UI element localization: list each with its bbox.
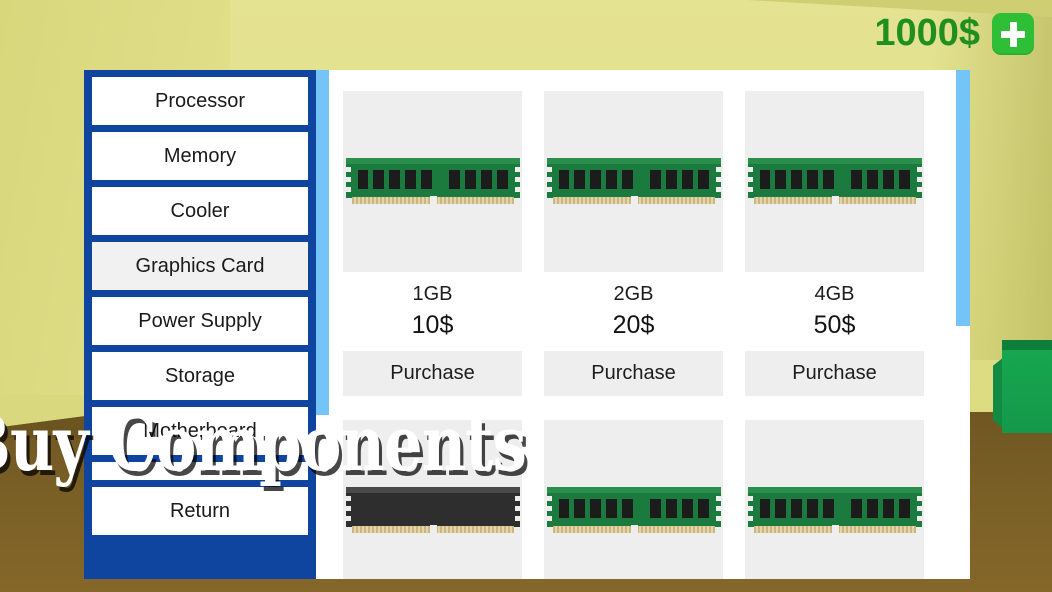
sidebar-item-cooler[interactable]: Cooler	[92, 187, 308, 235]
product-card: 1GB 10$ Purchase	[343, 91, 522, 396]
category-sidebar: Processor Memory Cooler Graphics Card Power …	[84, 70, 329, 579]
ram-module-black-icon	[343, 486, 522, 535]
product-thumbnail	[544, 91, 723, 272]
purchase-button[interactable]: Purchase	[343, 351, 522, 396]
product-thumbnail	[745, 420, 924, 579]
sidebar-item-processor[interactable]: Processor	[92, 77, 308, 125]
money-amount: 1000$	[874, 12, 980, 54]
product-name: 2GB	[613, 283, 654, 305]
product-price: 20$	[612, 311, 655, 339]
ram-module-green-icon	[544, 486, 723, 535]
product-thumbnail	[544, 420, 723, 579]
product-price: 10$	[411, 311, 454, 339]
product-card: Purchase	[544, 420, 723, 579]
add-money-button[interactable]	[992, 12, 1034, 55]
sidebar-item-label: Motherboard	[143, 419, 257, 442]
sidebar-item-label: Storage	[164, 364, 236, 387]
shop-window: Processor Memory Cooler Graphics Card Power …	[84, 70, 970, 579]
product-thumbnail	[343, 91, 522, 272]
sidebar-item-label: Power Supply	[138, 309, 262, 332]
sidebar-item-motherboard[interactable]: Motherboard	[92, 407, 308, 455]
sidebar-item-label: Cooler	[170, 199, 230, 222]
product-card: 4GB 50$ Purchase	[745, 91, 924, 396]
sidebar-item-label: Return	[169, 499, 231, 522]
product-thumbnail	[745, 91, 924, 272]
product-name: 4GB	[814, 283, 855, 305]
green-cabinet	[1002, 350, 1052, 433]
product-card: 2GB 20$ Purchase	[544, 91, 723, 396]
product-price: 50$	[813, 311, 856, 339]
sidebar-item-label: Graphics Card	[135, 254, 265, 277]
sidebar-item-storage[interactable]: Storage	[92, 352, 308, 400]
catalog-grid: 1GB 10$ Purchase 2GB 20$ Purchase 4GB 50$ Purcha…	[329, 70, 970, 579]
product-name: 1GB	[412, 283, 453, 305]
product-card: Purchase	[343, 420, 522, 579]
sidebar-item-label: Memory	[163, 144, 237, 167]
catalog-scrollbar[interactable]	[956, 70, 970, 326]
sidebar-item-blank[interactable]	[92, 462, 308, 480]
sidebar-item-memory[interactable]: Memory	[92, 132, 308, 180]
purchase-button[interactable]: Purchase	[745, 351, 924, 396]
sidebar-scrollbar[interactable]	[316, 70, 329, 415]
ram-module-green-icon	[343, 157, 522, 206]
ram-module-green-icon	[544, 157, 723, 206]
product-card: Purchase	[745, 420, 924, 579]
sidebar-item-power-supply[interactable]: Power Supply	[92, 297, 308, 345]
money-hud: 1000$	[874, 12, 1034, 55]
product-thumbnail	[343, 420, 522, 579]
sidebar-item-label: Processor	[154, 89, 246, 112]
catalog-content: 1GB 10$ Purchase 2GB 20$ Purchase 4GB 50$ Purcha…	[316, 70, 970, 579]
purchase-button[interactable]: Purchase	[544, 351, 723, 396]
sidebar-item-graphics-card[interactable]: Graphics Card	[92, 242, 308, 290]
ram-module-green-icon	[745, 157, 924, 206]
ram-module-green-icon	[745, 486, 924, 535]
sidebar-item-return[interactable]: Return	[92, 487, 308, 535]
